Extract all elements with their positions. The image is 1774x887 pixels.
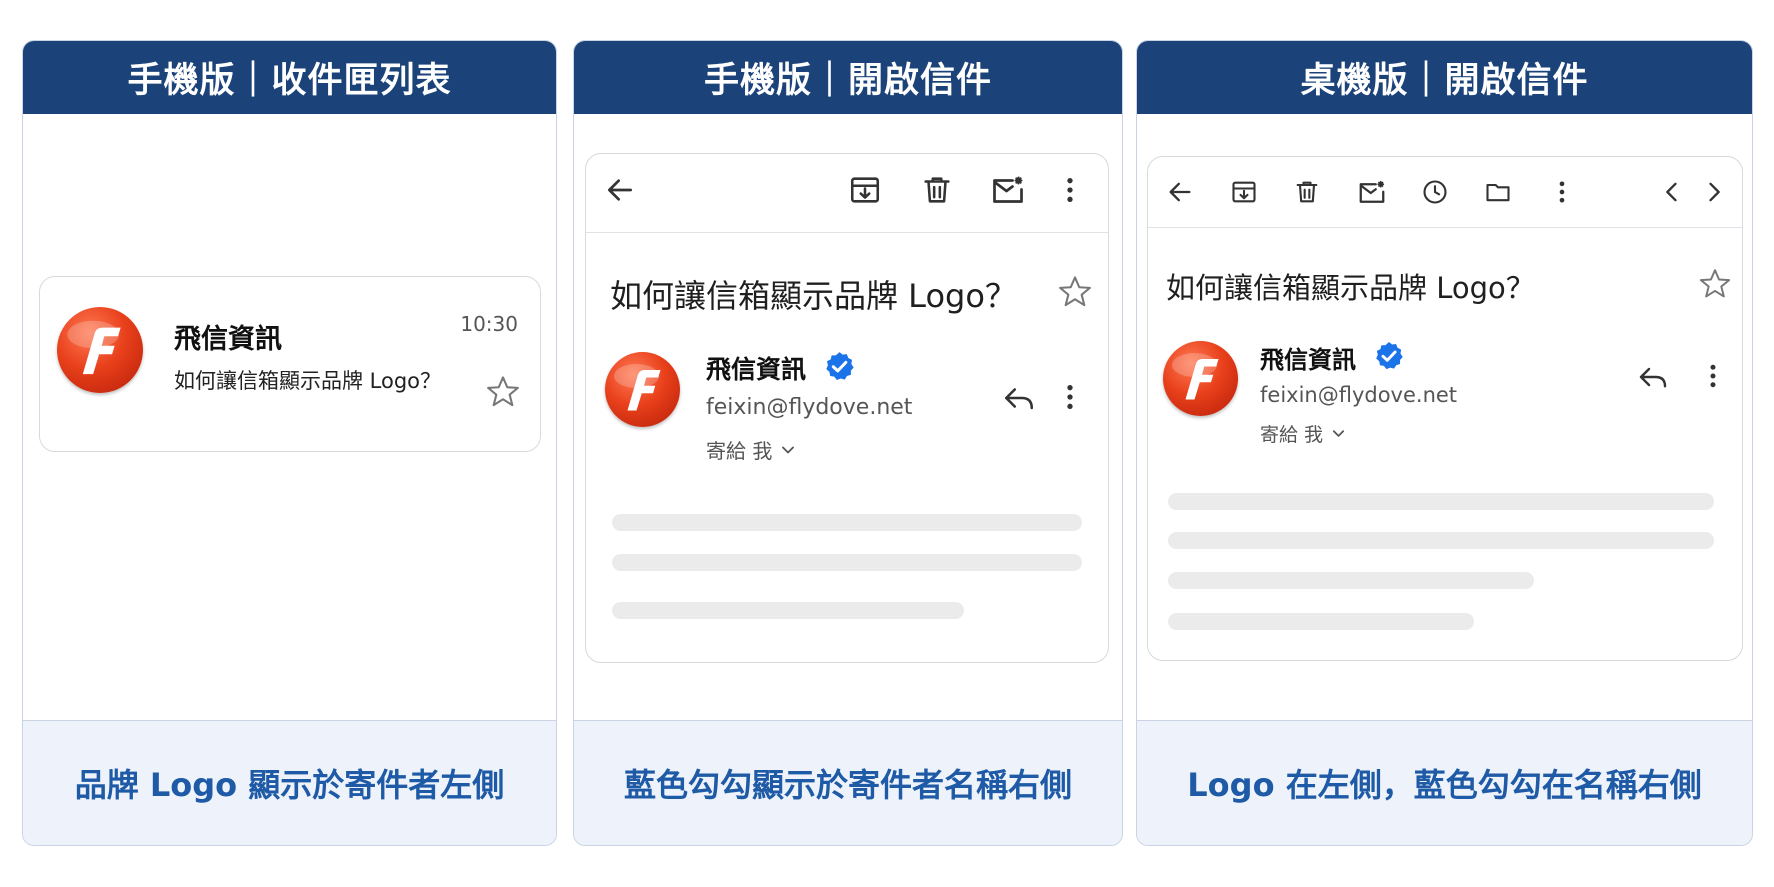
more-vert-icon[interactable] <box>1698 361 1728 391</box>
more-vert-icon[interactable] <box>1054 174 1086 206</box>
more-vert-icon[interactable] <box>1548 178 1576 206</box>
more-vert-icon[interactable] <box>1054 381 1086 413</box>
mark-unread-icon[interactable] <box>1357 178 1387 208</box>
email-time: 10:30 <box>460 312 518 336</box>
reply-icon[interactable] <box>1637 361 1669 393</box>
archive-icon[interactable] <box>1230 178 1258 206</box>
sender-name: 飛信資訊 <box>706 355 807 384</box>
recipient-toggle[interactable]: 寄給 我 <box>1260 420 1348 447</box>
panel-title: 手機版｜收件匣列表 <box>23 41 556 114</box>
panel-mobile-open-email: 手機版｜開啟信件 如何讓信箱顯示品牌 Logo？ 飛信資訊 feixin@fly… <box>573 40 1123 846</box>
archive-icon[interactable] <box>848 173 882 207</box>
recipient-label: 寄給 我 <box>1260 424 1324 446</box>
move-folder-icon[interactable] <box>1484 178 1512 206</box>
panel-mobile-inbox: 手機版｜收件匣列表 飛信資訊 10:30 如何讓信箱顯示品牌 Logo？ 品牌 … <box>22 40 557 846</box>
back-arrow-icon[interactable] <box>1166 178 1194 206</box>
inbox-list-item[interactable]: 飛信資訊 10:30 如何讓信箱顯示品牌 Logo？ <box>39 276 541 452</box>
toolbar-divider <box>1148 227 1742 228</box>
panel-caption: 品牌 Logo 顯示於寄件者左側 <box>23 720 556 845</box>
chevron-down-icon <box>778 440 798 460</box>
mark-unread-icon[interactable] <box>990 173 1026 209</box>
panel-caption: 藍色勾勾顯示於寄件者名稱右側 <box>574 720 1122 845</box>
body-placeholder-line <box>1168 532 1714 549</box>
brand-logo-icon <box>1163 341 1238 416</box>
body-placeholder-line <box>1168 493 1714 510</box>
star-icon[interactable] <box>1697 266 1733 302</box>
sender-name: 飛信資訊 <box>174 324 282 355</box>
star-icon[interactable] <box>1056 273 1094 311</box>
recipient-label: 寄給 我 <box>706 439 773 463</box>
back-arrow-icon[interactable] <box>604 174 636 206</box>
body-placeholder-line <box>612 602 964 619</box>
panel-caption: Logo 在左側，藍色勾勾在名稱右側 <box>1137 720 1752 845</box>
email-subject: 如何讓信箱顯示品牌 Logo？ <box>174 369 442 393</box>
trash-icon[interactable] <box>1293 178 1321 206</box>
body-placeholder-line <box>1168 613 1474 630</box>
sender-name: 飛信資訊 <box>1260 346 1356 374</box>
body-placeholder-line <box>1168 572 1534 589</box>
brand-logo-icon <box>57 307 143 393</box>
recipient-toggle[interactable]: 寄給 我 <box>706 435 798 464</box>
email-subject: 如何讓信箱顯示品牌 Logo？ <box>610 277 1017 315</box>
panel-title: 手機版｜開啟信件 <box>574 41 1122 114</box>
email-view: 如何讓信箱顯示品牌 Logo？ 飛信資訊 feixin@flydove.net … <box>585 153 1109 663</box>
chevron-down-icon <box>1329 424 1348 443</box>
verified-check-icon <box>823 350 856 383</box>
email-view: 如何讓信箱顯示品牌 Logo？ 飛信資訊 feixin@flydove.net … <box>1147 156 1743 661</box>
panel-title: 桌機版｜開啟信件 <box>1137 41 1752 114</box>
sender-email: feixin@flydove.net <box>1260 383 1458 407</box>
email-subject: 如何讓信箱顯示品牌 Logo？ <box>1166 271 1535 305</box>
body-placeholder-line <box>612 514 1082 531</box>
trash-icon[interactable] <box>920 173 954 207</box>
verified-check-icon <box>1373 340 1405 372</box>
brand-logo-icon <box>605 352 680 427</box>
body-placeholder-line <box>612 554 1082 571</box>
chevron-right-icon[interactable] <box>1700 178 1728 206</box>
reply-icon[interactable] <box>1002 381 1036 415</box>
snooze-clock-icon[interactable] <box>1421 178 1449 206</box>
star-icon[interactable] <box>484 373 522 411</box>
chevron-left-icon[interactable] <box>1658 178 1686 206</box>
panel-desktop-open-email: 桌機版｜開啟信件 如何讓信箱顯示品牌 Logo？ 飛信資訊 feixin@fly… <box>1136 40 1753 846</box>
sender-email: feixin@flydove.net <box>706 395 913 420</box>
toolbar-divider <box>586 232 1108 233</box>
